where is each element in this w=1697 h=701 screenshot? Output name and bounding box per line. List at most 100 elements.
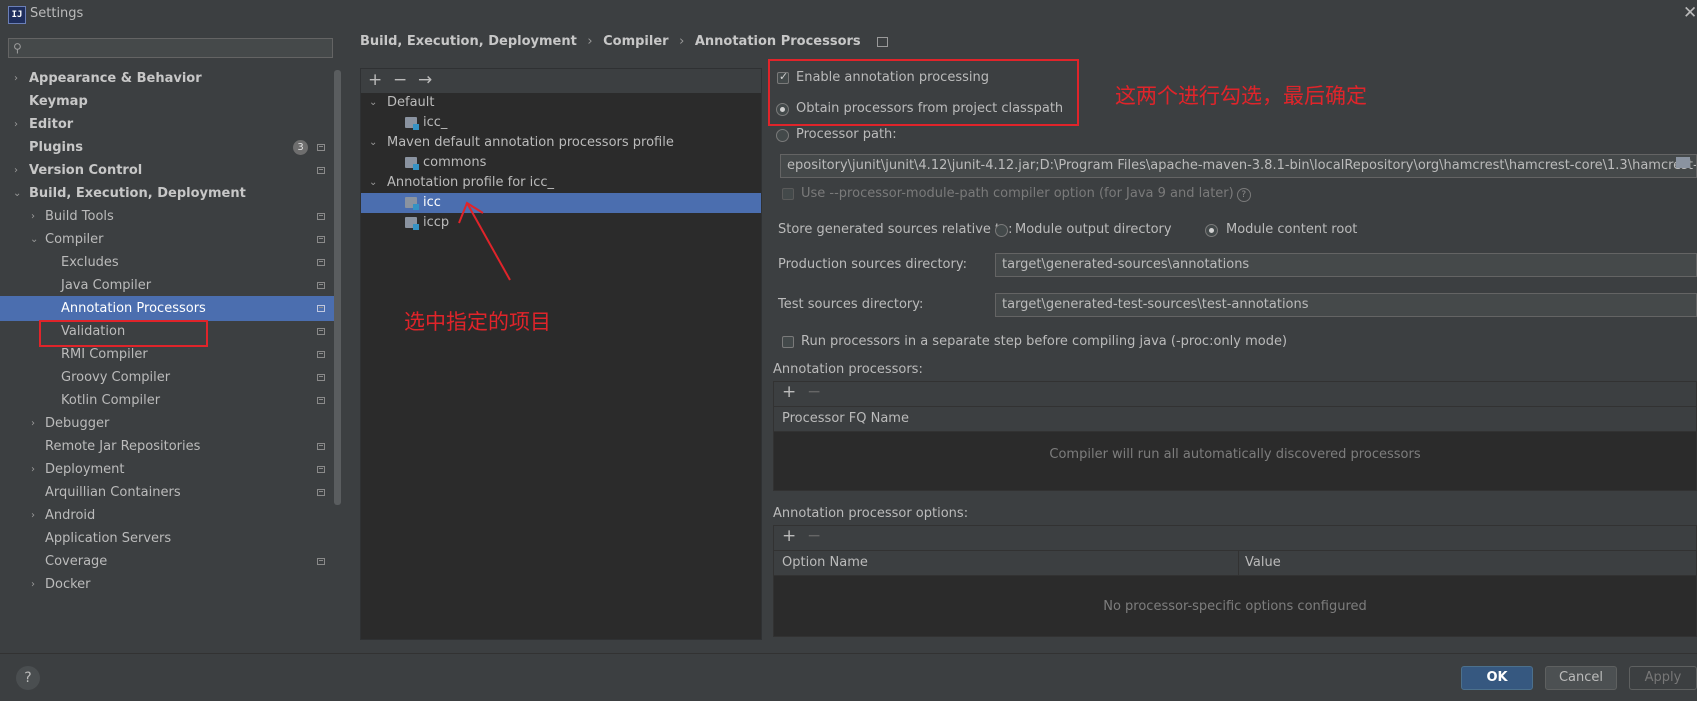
chevron-right-icon[interactable]: › — [31, 457, 35, 482]
profile-row-default[interactable]: ⌄ Default — [361, 93, 761, 113]
chevron-right-icon[interactable]: › — [14, 66, 18, 91]
sidebar-item-label: Kotlin Compiler — [61, 393, 161, 408]
prod-dir-input[interactable]: target\generated-sources\annotations — [995, 253, 1697, 277]
sidebar-item-build-execution-deployment[interactable]: ⌄ Build, Execution, Deployment — [0, 181, 335, 206]
enable-annotation-checkbox[interactable] — [777, 70, 789, 84]
options-empty-text: No processor-specific options configured — [1103, 599, 1367, 614]
processors-table-title: Annotation processors: — [773, 362, 923, 377]
browse-folder-icon[interactable] — [1676, 157, 1690, 168]
breadcrumb-separator: › — [587, 34, 593, 49]
project-settings-icon — [317, 489, 325, 496]
sidebar-item-label: Groovy Compiler — [61, 370, 171, 385]
sidebar-item-groovy-compiler[interactable]: Groovy Compiler — [0, 365, 335, 390]
module-path-checkbox[interactable] — [782, 188, 794, 200]
remove-option-button[interactable]: − — [807, 526, 821, 546]
processor-path-radio[interactable] — [776, 129, 789, 142]
add-processor-button[interactable]: + — [782, 382, 796, 402]
sidebar-item-label: Arquillian Containers — [45, 485, 181, 500]
annotation-arrow — [458, 201, 511, 281]
module-folder-icon — [405, 197, 419, 210]
sidebar-item-label: Build Tools — [45, 209, 114, 224]
sidebar-item-arquillian-containers[interactable]: Arquillian Containers — [0, 480, 335, 505]
sidebar-item-annotation-processors[interactable]: Annotation Processors — [0, 296, 335, 321]
sidebar-item-debugger[interactable]: › Debugger — [0, 411, 335, 436]
sidebar-item-docker[interactable]: › Docker — [0, 572, 335, 597]
sidebar-item-plugins[interactable]: Plugins 3 — [0, 135, 335, 160]
close-icon[interactable]: ✕ — [1683, 3, 1697, 23]
search-input[interactable]: ⚲ — [8, 38, 333, 58]
chevron-down-icon[interactable]: ⌄ — [13, 181, 21, 206]
annotation-highlight-box — [39, 320, 208, 347]
help-icon[interactable]: ? — [1236, 188, 1251, 202]
options-header: Option Name Value — [774, 550, 1696, 576]
sidebar-item-compiler[interactable]: ⌄ Compiler — [0, 227, 335, 252]
chevron-right-icon[interactable]: › — [31, 503, 35, 528]
add-option-button[interactable]: + — [782, 526, 796, 546]
column-header-option-name[interactable]: Option Name — [782, 551, 868, 575]
module-content-radio[interactable] — [1205, 224, 1218, 237]
sidebar-item-version-control[interactable]: › Version Control — [0, 158, 335, 183]
module-row[interactable]: icc_ — [361, 113, 761, 133]
profiles-toolbar: + − → — [361, 69, 761, 93]
module-row[interactable]: iccp — [361, 213, 761, 233]
sidebar-item-kotlin-compiler[interactable]: Kotlin Compiler — [0, 388, 335, 413]
module-folder-icon — [405, 217, 419, 230]
obtain-from-classpath-radio[interactable] — [776, 103, 789, 116]
remove-processor-button[interactable]: − — [807, 382, 821, 402]
module-label: commons — [423, 155, 487, 170]
sidebar-item-label: Version Control — [29, 163, 143, 178]
breadcrumb-separator: › — [679, 34, 685, 49]
breadcrumb: Build, Execution, Deployment › Compiler … — [360, 34, 894, 49]
sidebar-item-excludes[interactable]: Excludes — [0, 250, 335, 275]
chevron-right-icon[interactable]: › — [14, 112, 18, 137]
chevron-right-icon[interactable]: › — [14, 158, 18, 183]
chevron-down-icon[interactable]: ⌄ — [30, 227, 38, 252]
profile-row-maven[interactable]: ⌄ Maven default annotation processors pr… — [361, 133, 761, 153]
separate-step-checkbox[interactable] — [782, 336, 794, 348]
add-profile-button[interactable]: + — [368, 70, 382, 90]
module-row[interactable]: commons — [361, 153, 761, 173]
breadcrumb-part[interactable]: Build, Execution, Deployment — [360, 34, 577, 49]
chevron-right-icon[interactable]: › — [31, 411, 35, 436]
breadcrumb-part[interactable]: Compiler — [603, 34, 668, 49]
chevron-right-icon[interactable]: › — [31, 572, 35, 597]
sidebar-item-build-tools[interactable]: › Build Tools — [0, 204, 335, 229]
project-settings-icon — [317, 259, 325, 266]
remove-profile-button[interactable]: − — [393, 70, 407, 90]
profile-label: Annotation profile for icc_ — [387, 175, 555, 190]
sidebar-item-appearance[interactable]: › Appearance & Behavior — [0, 66, 335, 91]
cancel-button[interactable]: Cancel — [1545, 666, 1617, 690]
plugins-count-badge: 3 — [293, 140, 308, 155]
module-row-selected[interactable]: icc — [361, 193, 761, 213]
help-button[interactable]: ? — [16, 666, 40, 690]
sidebar-item-editor[interactable]: › Editor — [0, 112, 335, 137]
chevron-down-icon[interactable]: ⌄ — [369, 173, 377, 193]
sidebar-item-remote-jar-repositories[interactable]: Remote Jar Repositories — [0, 434, 335, 459]
sidebar-item-coverage[interactable]: Coverage — [0, 549, 335, 574]
sidebar-item-label: Plugins — [29, 140, 83, 155]
processors-empty-text: Compiler will run all automatically disc… — [1049, 447, 1421, 462]
processor-path-label: Processor path: — [796, 127, 897, 142]
test-dir-input[interactable]: target\generated-test-sources\test-annot… — [995, 293, 1697, 317]
column-header[interactable]: Processor FQ Name — [782, 407, 909, 431]
sidebar-scrollbar[interactable] — [334, 70, 341, 505]
chevron-down-icon[interactable]: ⌄ — [369, 93, 377, 113]
module-output-radio[interactable] — [995, 224, 1008, 237]
column-divider[interactable] — [1238, 551, 1239, 575]
column-header-value[interactable]: Value — [1245, 551, 1281, 575]
project-settings-icon — [317, 282, 325, 289]
module-output-label: Module output directory — [1015, 222, 1172, 237]
move-to-button[interactable]: → — [418, 70, 432, 90]
profile-row-icc[interactable]: ⌄ Annotation profile for icc_ — [361, 173, 761, 193]
sidebar-item-deployment[interactable]: › Deployment — [0, 457, 335, 482]
ok-button[interactable]: OK — [1461, 666, 1533, 690]
sidebar-item-java-compiler[interactable]: Java Compiler — [0, 273, 335, 298]
processor-path-input[interactable]: epository\junit\junit\4.12\junit-4.12.ja… — [780, 154, 1697, 178]
sidebar-item-application-servers[interactable]: Application Servers — [0, 526, 335, 551]
apply-button[interactable]: Apply — [1629, 666, 1697, 690]
chevron-right-icon[interactable]: › — [31, 204, 35, 229]
sidebar-item-android[interactable]: › Android — [0, 503, 335, 528]
annotation-right-note: 这两个进行勾选，最后确定 — [1115, 84, 1367, 108]
chevron-down-icon[interactable]: ⌄ — [369, 133, 377, 153]
sidebar-item-keymap[interactable]: Keymap — [0, 89, 335, 114]
